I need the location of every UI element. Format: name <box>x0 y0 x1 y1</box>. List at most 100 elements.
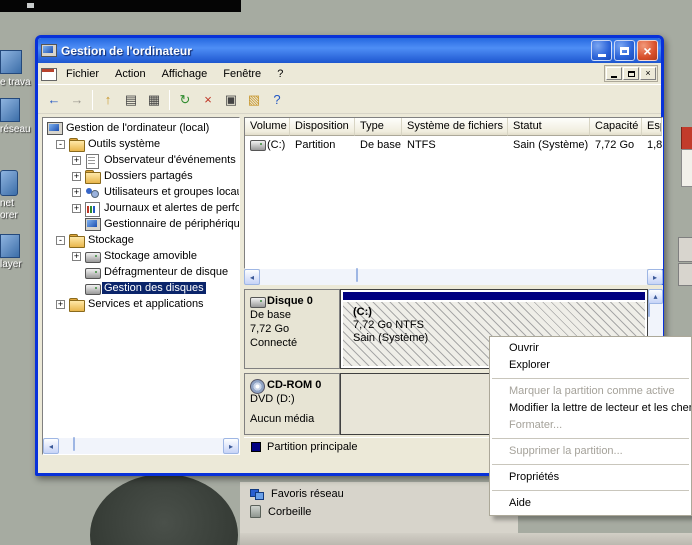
cdrom-drive: DVD (D:) <box>250 392 334 406</box>
menu-separator <box>492 490 689 491</box>
tree-item-services-applications[interactable]: + Services et applications <box>43 296 239 312</box>
tree-item-defragmenteur[interactable]: Défragmenteur de disque <box>43 264 239 280</box>
column-header-systeme-fichiers[interactable]: Système de fichiers <box>402 118 508 136</box>
performance-logs-icon <box>85 202 99 215</box>
export-list-icon[interactable]: ▦ <box>143 90 165 110</box>
column-header-disposition[interactable]: Disposition <box>290 118 355 136</box>
tree-item-stockage[interactable]: - Stockage <box>43 232 239 248</box>
volume-filesystem: NTFS <box>402 139 508 151</box>
taskbar-edge <box>240 533 692 545</box>
volume-row-c[interactable]: (C:) Partition De base NTFS Sain (Systèm… <box>245 136 662 153</box>
desktop-shortcut-label[interactable]: net <box>0 198 40 209</box>
menu-affichage[interactable]: Affichage <box>154 65 216 83</box>
disk0-name: Disque 0 <box>267 294 313 308</box>
desktop-item-corbeille[interactable]: Corbeille <box>250 505 311 518</box>
mdi-restore-button[interactable] <box>623 67 639 80</box>
column-header-type[interactable]: Type <box>355 118 402 136</box>
scroll-thumb[interactable] <box>73 437 75 451</box>
tree-toggle[interactable]: - <box>56 236 65 245</box>
delete-icon[interactable]: × <box>197 90 219 110</box>
disk0-type: De base <box>250 308 334 322</box>
menu-fichier[interactable]: Fichier <box>58 65 107 83</box>
context-menu-explorer[interactable]: Explorer <box>490 357 691 374</box>
toolbar-separator <box>169 90 170 110</box>
refresh-icon[interactable]: ↻ <box>174 90 196 110</box>
partition-color-band <box>343 292 645 300</box>
tree-toggle[interactable]: + <box>72 188 81 197</box>
scroll-left-button[interactable]: ◂ <box>244 269 260 285</box>
column-header-volume[interactable]: Volume <box>245 118 290 136</box>
menu-help[interactable]: ? <box>269 65 291 83</box>
menu-fenetre[interactable]: Fenêtre <box>215 65 269 83</box>
tree-item-gestionnaire-peripheriques[interactable]: Gestionnaire de périphérique <box>43 216 239 232</box>
up-folder-icon[interactable]: ↑ <box>97 90 119 110</box>
scroll-thumb[interactable] <box>648 303 650 317</box>
menu-action[interactable]: Action <box>107 65 154 83</box>
tree-toggle[interactable]: + <box>56 300 65 309</box>
event-viewer-icon <box>85 154 99 167</box>
tree-item-dossiers-partages[interactable]: + Dossiers partagés <box>43 168 239 184</box>
tree-item-root[interactable]: Gestion de l'ordinateur (local) <box>43 120 239 136</box>
services-applications-icon <box>69 298 83 311</box>
forward-icon[interactable]: → <box>66 90 88 110</box>
legend-label: Partition principale <box>267 441 358 453</box>
tree-item-label: Dossiers partagés <box>102 170 195 182</box>
scroll-up-button[interactable]: ▴ <box>648 289 663 304</box>
desktop-shortcut-icon[interactable] <box>0 98 20 122</box>
tree-item-outils-systeme[interactable]: - Outils système <box>43 136 239 152</box>
tree-toggle[interactable]: + <box>72 172 81 181</box>
tree-item-journaux-alertes[interactable]: + Journaux et alertes de perfo <box>43 200 239 216</box>
context-menu-aide[interactable]: Aide <box>490 495 691 512</box>
tree-item-utilisateurs-groupes[interactable]: + Utilisateurs et groupes locau <box>43 184 239 200</box>
tree-toggle[interactable]: + <box>72 156 81 165</box>
column-header-espace[interactable]: Esp <box>642 118 662 136</box>
tree-item-stockage-amovible[interactable]: + Stockage amovible <box>43 248 239 264</box>
desktop-item-favoris-reseau[interactable]: Favoris réseau <box>250 487 344 500</box>
desktop-shortcut-label[interactable]: e trava <box>0 77 40 88</box>
scroll-left-button[interactable]: ◂ <box>43 438 59 454</box>
desktop-shortcut-icon[interactable] <box>0 170 18 196</box>
desktop-shortcut-label[interactable]: réseau <box>0 124 40 135</box>
tree-toggle[interactable]: + <box>72 204 81 213</box>
list-horizontal-scrollbar[interactable]: ◂ ▸ <box>244 269 663 285</box>
mdi-close-button[interactable]: × <box>640 67 656 80</box>
network-icon <box>250 487 264 500</box>
desktop-shortcut-icon[interactable] <box>0 234 20 258</box>
desktop-shortcut-icon[interactable] <box>0 50 22 74</box>
close-button[interactable]: × <box>637 40 658 61</box>
console-window-icon <box>41 67 55 80</box>
show-hide-tree-icon[interactable]: ▤ <box>120 90 142 110</box>
open-folder-icon[interactable]: ▧ <box>243 90 265 110</box>
removable-storage-icon <box>85 250 99 263</box>
system-tools-icon <box>69 138 83 151</box>
scroll-right-button[interactable]: ▸ <box>647 269 663 285</box>
disk0-header[interactable]: Disque 0 De base 7,72 Go Connecté <box>244 289 340 369</box>
tree-item-gestion-des-disques[interactable]: Gestion des disques <box>43 280 239 296</box>
tree-horizontal-scrollbar[interactable]: ◂ ▸ <box>43 438 239 454</box>
tree-toggle[interactable]: - <box>56 140 65 149</box>
mdi-minimize-button[interactable] <box>606 67 622 80</box>
scroll-right-button[interactable]: ▸ <box>223 438 239 454</box>
desktop-item-label: Corbeille <box>268 506 311 518</box>
maximize-button[interactable] <box>614 40 635 61</box>
desktop-shortcut-label[interactable]: layer <box>0 259 40 270</box>
help-icon[interactable]: ? <box>266 90 288 110</box>
scroll-track[interactable] <box>260 269 647 285</box>
column-header-capacite[interactable]: Capacité <box>590 118 642 136</box>
context-menu-ouvrir[interactable]: Ouvrir <box>490 340 691 357</box>
scroll-thumb[interactable] <box>356 268 358 282</box>
back-icon[interactable]: ← <box>43 90 65 110</box>
context-menu-modifier-lettre[interactable]: Modifier la lettre de lecteur et les che… <box>490 400 691 417</box>
minimize-button[interactable] <box>591 40 612 61</box>
cdrom-header[interactable]: CD-ROM 0 DVD (D:) Aucun média <box>244 373 340 435</box>
scroll-track[interactable] <box>59 438 223 454</box>
volume-icon <box>250 138 264 151</box>
tree-item-label: Stockage <box>86 234 136 246</box>
column-header-statut[interactable]: Statut <box>508 118 590 136</box>
desktop-shortcut-label[interactable]: orer <box>0 210 40 221</box>
context-menu-proprietes[interactable]: Propriétés <box>490 469 691 486</box>
window-titlebar[interactable]: Gestion de l'ordinateur × <box>38 38 661 63</box>
tree-toggle[interactable]: + <box>72 252 81 261</box>
tree-item-observateur-evenements[interactable]: + Observateur d'événements <box>43 152 239 168</box>
properties-icon[interactable]: ▣ <box>220 90 242 110</box>
